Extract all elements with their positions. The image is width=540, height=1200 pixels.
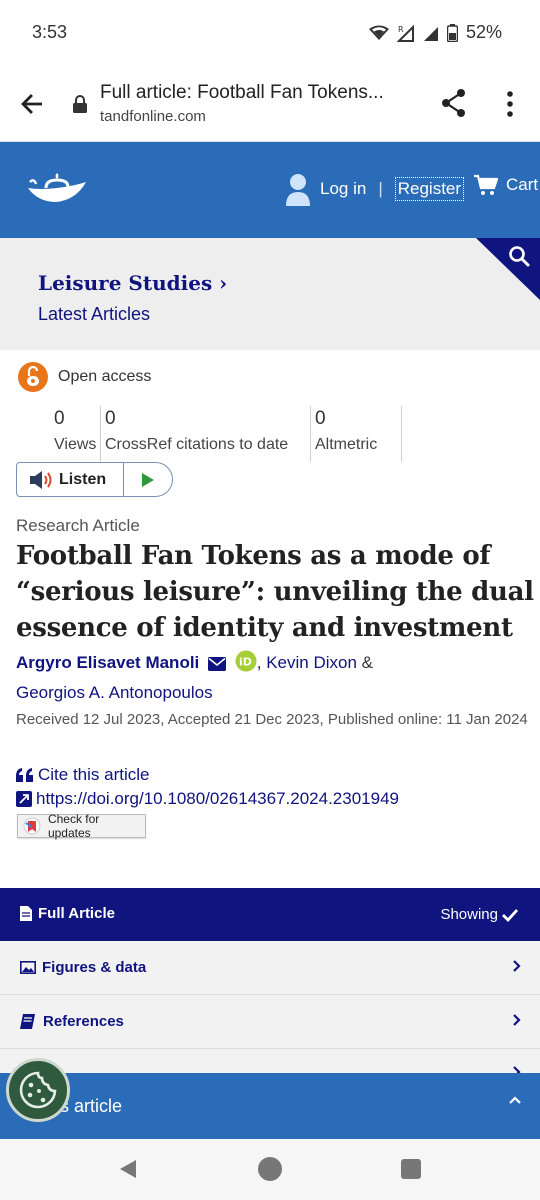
cite-link[interactable]: Cite this article (16, 765, 149, 785)
play-button[interactable] (124, 463, 172, 496)
showing-indicator: Showing (440, 906, 518, 923)
tab-references[interactable]: References (0, 995, 540, 1049)
register-link[interactable]: Register (394, 177, 465, 201)
battery-level: 52% (465, 22, 502, 42)
search-icon[interactable] (476, 238, 540, 300)
crossref-count: 0 (105, 408, 116, 429)
open-lock-icon (18, 362, 48, 392)
metric-altmetric[interactable]: 0 Altmetric (315, 408, 377, 462)
author-link[interactable]: Kevin Dixon (266, 653, 357, 672)
cookie-settings-button[interactable] (6, 1058, 70, 1122)
cart-icon (474, 174, 498, 195)
journal-subtitle[interactable]: Latest Articles (38, 304, 150, 325)
document-icon (20, 906, 32, 921)
battery-icon (446, 23, 458, 42)
metric-divider (401, 406, 402, 462)
browser-toolbar: Full article: Football Fan Tokens... tan… (0, 66, 540, 142)
signal-icon (423, 26, 438, 41)
tab-full-article[interactable]: Full Article Showing (0, 888, 540, 941)
tab-figures-data[interactable]: Figures & data (0, 941, 540, 995)
listen-label: Listen (59, 470, 107, 488)
altmetric-label: Altmetric (315, 436, 378, 453)
cookie-icon (19, 1071, 57, 1109)
account-links: Log in | Register (284, 172, 465, 206)
svg-text:R: R (398, 25, 404, 34)
open-access-badge: Open access (18, 362, 151, 392)
publication-dates: Received 12 Jul 2023, Accepted 21 Dec 20… (16, 711, 528, 728)
status-time: 3:53 (32, 22, 68, 42)
check-updates-button[interactable]: Check for updates (17, 812, 146, 840)
orcid-icon[interactable]: iD (235, 650, 257, 672)
cite-this-article-bar[interactable]: is article (0, 1073, 540, 1139)
status-icons: R 52% (368, 22, 502, 43)
play-icon (142, 472, 155, 487)
open-access-label: Open access (58, 368, 152, 385)
author-link[interactable]: Georgios A. Antonopoulos (16, 683, 213, 702)
metric-divider (100, 406, 101, 462)
chevron-right-icon (513, 960, 521, 972)
signal-r-icon: R (396, 24, 414, 42)
quote-icon (16, 768, 33, 782)
external-link-icon (16, 791, 32, 807)
journal-banner: Leisure Studies › Latest Articles (0, 238, 540, 350)
cite-label: Cite this article (38, 765, 150, 784)
tab-figures-label: Figures & data (20, 959, 146, 976)
listen-button[interactable]: Listen (17, 463, 125, 496)
chevron-up-icon (509, 1096, 521, 1104)
crossref-label: CrossRef citations to date (105, 436, 289, 453)
views-count: 0 (54, 408, 65, 429)
metric-crossref: 0 CrossRef citations to date (105, 408, 288, 462)
author-comma: , (256, 653, 262, 672)
login-link[interactable]: Log in (320, 179, 366, 199)
metric-divider (310, 406, 311, 462)
status-bar: 3:53 R 52% (0, 0, 540, 66)
mail-icon[interactable] (208, 657, 227, 671)
author-link[interactable]: Argyro Elisavet Manoli (16, 653, 199, 672)
speaker-icon (30, 470, 52, 489)
chevron-right-icon (513, 1014, 521, 1026)
wifi-icon (368, 25, 389, 40)
doi-link[interactable]: https://doi.org/10.1080/02614367.2024.23… (16, 789, 399, 809)
user-icon[interactable] (284, 172, 312, 206)
doi-label: https://doi.org/10.1080/02614367.2024.23… (36, 789, 399, 808)
back-arrow-icon[interactable] (18, 90, 46, 118)
listen-widget: Listen (16, 462, 173, 497)
metric-views: 0 Views (54, 408, 96, 462)
views-label: Views (54, 436, 97, 453)
check-updates-label: Check for updates (47, 812, 100, 840)
share-icon[interactable] (440, 88, 468, 118)
cart-link[interactable]: Cart (474, 174, 538, 196)
nav-back-icon[interactable] (118, 1158, 138, 1180)
tab-full-article-label: Full Article (20, 905, 115, 922)
page-domain[interactable]: tandfonline.com (100, 108, 206, 125)
cart-label: Cart (506, 175, 539, 194)
crossmark-icon (23, 817, 41, 835)
journal-title[interactable]: Leisure Studies › (38, 271, 227, 295)
site-header: Log in | Register Cart (0, 142, 540, 238)
check-icon (502, 908, 518, 922)
author-ampersand: & (361, 653, 374, 672)
svg-text:iD: iD (239, 656, 252, 669)
nav-home-icon[interactable] (258, 1157, 282, 1181)
article-type: Research Article (16, 516, 140, 535)
more-vert-icon[interactable] (500, 90, 520, 118)
book-icon (20, 1014, 35, 1029)
author-list: Argyro Elisavet Manoli iD, Kevin Dixon &… (16, 648, 526, 708)
image-icon (20, 961, 36, 974)
page-title[interactable]: Full article: Football Fan Tokens... (100, 82, 384, 104)
altmetric-count: 0 (315, 408, 326, 429)
taylor-francis-lamp-logo[interactable] (26, 170, 88, 206)
lock-icon (73, 95, 87, 113)
separator: | (378, 179, 383, 198)
nav-recents-icon[interactable] (401, 1159, 421, 1179)
tab-references-label: References (20, 1013, 124, 1030)
article-title: Football Fan Tokens as a mode of “seriou… (16, 541, 534, 643)
system-nav-bar (0, 1139, 540, 1200)
